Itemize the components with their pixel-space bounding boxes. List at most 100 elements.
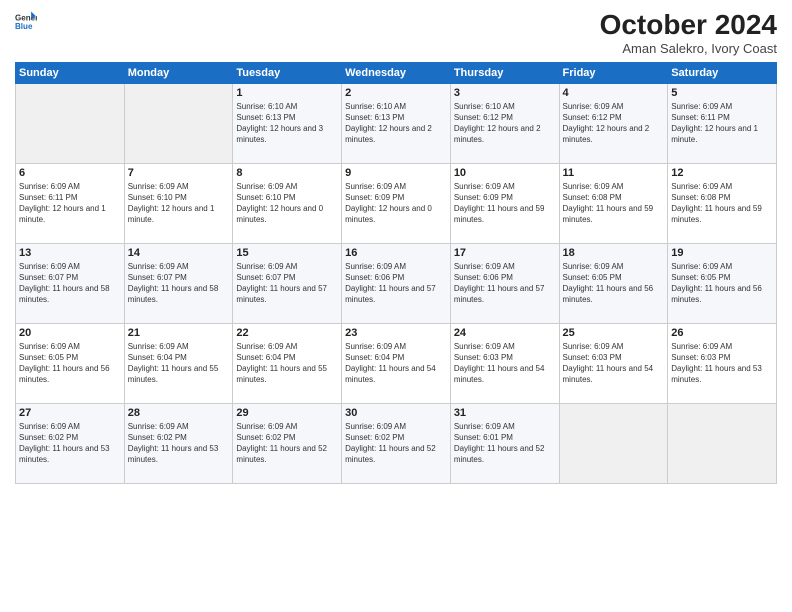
calendar-cell: 9 Sunrise: 6:09 AM Sunset: 6:09 PM Daylig… xyxy=(342,163,451,243)
page: General Blue October 2024 Aman Salekro, … xyxy=(0,0,792,612)
day-number: 15 xyxy=(236,247,338,259)
day-info: Sunrise: 6:09 AM Sunset: 6:04 PM Dayligh… xyxy=(236,341,338,386)
day-info: Sunrise: 6:09 AM Sunset: 6:12 PM Dayligh… xyxy=(563,101,665,146)
col-header-saturday: Saturday xyxy=(668,62,777,83)
col-header-thursday: Thursday xyxy=(450,62,559,83)
day-number: 18 xyxy=(563,247,665,259)
col-header-tuesday: Tuesday xyxy=(233,62,342,83)
calendar-title: October 2024 xyxy=(600,10,777,41)
day-info: Sunrise: 6:09 AM Sunset: 6:01 PM Dayligh… xyxy=(454,421,556,466)
day-number: 9 xyxy=(345,167,447,179)
calendar-cell: 10 Sunrise: 6:09 AM Sunset: 6:09 PM Dayli… xyxy=(450,163,559,243)
day-info: Sunrise: 6:09 AM Sunset: 6:09 PM Dayligh… xyxy=(454,181,556,226)
calendar-cell: 18 Sunrise: 6:09 AM Sunset: 6:05 PM Dayli… xyxy=(559,243,668,323)
day-info: Sunrise: 6:09 AM Sunset: 6:10 PM Dayligh… xyxy=(236,181,338,226)
calendar-cell: 14Sunrise: 6:09 AM Sunset: 6:07 PM Dayli… xyxy=(124,243,233,323)
day-info: Sunrise: 6:09 AM Sunset: 6:07 PM Dayligh… xyxy=(128,261,230,306)
day-number: 21 xyxy=(128,327,230,339)
day-info: Sunrise: 6:09 AM Sunset: 6:02 PM Dayligh… xyxy=(345,421,447,466)
calendar-cell: 5Sunrise: 6:09 AM Sunset: 6:11 PM Daylig… xyxy=(668,83,777,163)
calendar-cell: 12 Sunrise: 6:09 AM Sunset: 6:08 PM Dayli… xyxy=(668,163,777,243)
day-info: Sunrise: 6:09 AM Sunset: 6:04 PM Dayligh… xyxy=(345,341,447,386)
day-info: Sunrise: 6:09 AM Sunset: 6:07 PM Dayligh… xyxy=(236,261,338,306)
day-info: Sunrise: 6:09 AM Sunset: 6:10 PM Dayligh… xyxy=(128,181,230,226)
calendar-cell: 1Sunrise: 6:10 AM Sunset: 6:13 PM Daylig… xyxy=(233,83,342,163)
calendar-cell: 17 Sunrise: 6:09 AM Sunset: 6:06 PM Dayli… xyxy=(450,243,559,323)
day-number: 17 xyxy=(454,247,556,259)
day-number: 19 xyxy=(671,247,773,259)
calendar-cell: 3Sunrise: 6:10 AM Sunset: 6:12 PM Daylig… xyxy=(450,83,559,163)
day-info: Sunrise: 6:09 AM Sunset: 6:09 PM Dayligh… xyxy=(345,181,447,226)
day-info: Sunrise: 6:10 AM Sunset: 6:13 PM Dayligh… xyxy=(236,101,338,146)
calendar-cell: 2Sunrise: 6:10 AM Sunset: 6:13 PM Daylig… xyxy=(342,83,451,163)
calendar-cell: 16 Sunrise: 6:09 AM Sunset: 6:06 PM Dayli… xyxy=(342,243,451,323)
day-number: 23 xyxy=(345,327,447,339)
day-number: 12 xyxy=(671,167,773,179)
calendar-cell: 6 Sunrise: 6:09 AM Sunset: 6:11 PM Daylig… xyxy=(16,163,125,243)
calendar-cell: 31 Sunrise: 6:09 AM Sunset: 6:01 PM Dayli… xyxy=(450,403,559,483)
day-number: 20 xyxy=(19,327,121,339)
calendar-cell: 20Sunrise: 6:09 AM Sunset: 6:05 PM Dayli… xyxy=(16,323,125,403)
col-header-friday: Friday xyxy=(559,62,668,83)
day-number: 16 xyxy=(345,247,447,259)
day-number: 4 xyxy=(563,87,665,99)
calendar-cell: 8 Sunrise: 6:09 AM Sunset: 6:10 PM Daylig… xyxy=(233,163,342,243)
day-info: Sunrise: 6:09 AM Sunset: 6:02 PM Dayligh… xyxy=(19,421,121,466)
day-info: Sunrise: 6:09 AM Sunset: 6:05 PM Dayligh… xyxy=(671,261,773,306)
day-info: Sunrise: 6:09 AM Sunset: 6:03 PM Dayligh… xyxy=(671,341,773,386)
day-info: Sunrise: 6:09 AM Sunset: 6:04 PM Dayligh… xyxy=(128,341,230,386)
day-number: 6 xyxy=(19,167,121,179)
day-info: Sunrise: 6:09 AM Sunset: 6:06 PM Dayligh… xyxy=(454,261,556,306)
week-row-4: 20Sunrise: 6:09 AM Sunset: 6:05 PM Dayli… xyxy=(16,323,777,403)
calendar-cell: 21 Sunrise: 6:09 AM Sunset: 6:04 PM Dayli… xyxy=(124,323,233,403)
calendar-cell: 26 Sunrise: 6:09 AM Sunset: 6:03 PM Dayli… xyxy=(668,323,777,403)
day-number: 31 xyxy=(454,407,556,419)
calendar-cell: 22 Sunrise: 6:09 AM Sunset: 6:04 PM Dayli… xyxy=(233,323,342,403)
day-number: 13 xyxy=(19,247,121,259)
day-info: Sunrise: 6:09 AM Sunset: 6:05 PM Dayligh… xyxy=(563,261,665,306)
day-number: 22 xyxy=(236,327,338,339)
day-number: 28 xyxy=(128,407,230,419)
day-info: Sunrise: 6:09 AM Sunset: 6:02 PM Dayligh… xyxy=(236,421,338,466)
calendar-cell: 27 Sunrise: 6:09 AM Sunset: 6:02 PM Dayli… xyxy=(16,403,125,483)
day-number: 10 xyxy=(454,167,556,179)
calendar-cell: 11Sunrise: 6:09 AM Sunset: 6:08 PM Dayli… xyxy=(559,163,668,243)
week-row-1: 1Sunrise: 6:10 AM Sunset: 6:13 PM Daylig… xyxy=(16,83,777,163)
calendar-cell: 28Sunrise: 6:09 AM Sunset: 6:02 PM Dayli… xyxy=(124,403,233,483)
col-header-sunday: Sunday xyxy=(16,62,125,83)
day-number: 29 xyxy=(236,407,338,419)
calendar-cell xyxy=(559,403,668,483)
day-number: 25 xyxy=(563,327,665,339)
week-row-5: 27 Sunrise: 6:09 AM Sunset: 6:02 PM Dayli… xyxy=(16,403,777,483)
calendar-cell: 7 Sunrise: 6:09 AM Sunset: 6:10 PM Daylig… xyxy=(124,163,233,243)
calendar-cell: 23 Sunrise: 6:09 AM Sunset: 6:04 PM Dayli… xyxy=(342,323,451,403)
calendar-cell: 24 Sunrise: 6:09 AM Sunset: 6:03 PM Dayli… xyxy=(450,323,559,403)
svg-text:Blue: Blue xyxy=(15,22,33,31)
calendar-table: SundayMondayTuesdayWednesdayThursdayFrid… xyxy=(15,62,777,484)
day-number: 24 xyxy=(454,327,556,339)
day-number: 8 xyxy=(236,167,338,179)
day-number: 27 xyxy=(19,407,121,419)
day-info: Sunrise: 6:09 AM Sunset: 6:08 PM Dayligh… xyxy=(671,181,773,226)
col-header-wednesday: Wednesday xyxy=(342,62,451,83)
calendar-cell xyxy=(668,403,777,483)
day-number: 3 xyxy=(454,87,556,99)
header-row: SundayMondayTuesdayWednesdayThursdayFrid… xyxy=(16,62,777,83)
logo: General Blue xyxy=(15,10,37,32)
day-info: Sunrise: 6:09 AM Sunset: 6:08 PM Dayligh… xyxy=(563,181,665,226)
title-block: October 2024 Aman Salekro, Ivory Coast xyxy=(600,10,777,56)
calendar-cell xyxy=(124,83,233,163)
day-info: Sunrise: 6:09 AM Sunset: 6:06 PM Dayligh… xyxy=(345,261,447,306)
day-info: Sunrise: 6:09 AM Sunset: 6:11 PM Dayligh… xyxy=(19,181,121,226)
calendar-cell: 30Sunrise: 6:09 AM Sunset: 6:02 PM Dayli… xyxy=(342,403,451,483)
day-info: Sunrise: 6:09 AM Sunset: 6:03 PM Dayligh… xyxy=(454,341,556,386)
day-number: 5 xyxy=(671,87,773,99)
day-number: 7 xyxy=(128,167,230,179)
calendar-cell xyxy=(16,83,125,163)
day-info: Sunrise: 6:10 AM Sunset: 6:13 PM Dayligh… xyxy=(345,101,447,146)
logo-icon: General Blue xyxy=(15,10,37,32)
calendar-cell: 15 Sunrise: 6:09 AM Sunset: 6:07 PM Dayli… xyxy=(233,243,342,323)
calendar-cell: 29 Sunrise: 6:09 AM Sunset: 6:02 PM Dayli… xyxy=(233,403,342,483)
day-info: Sunrise: 6:09 AM Sunset: 6:03 PM Dayligh… xyxy=(563,341,665,386)
day-number: 26 xyxy=(671,327,773,339)
